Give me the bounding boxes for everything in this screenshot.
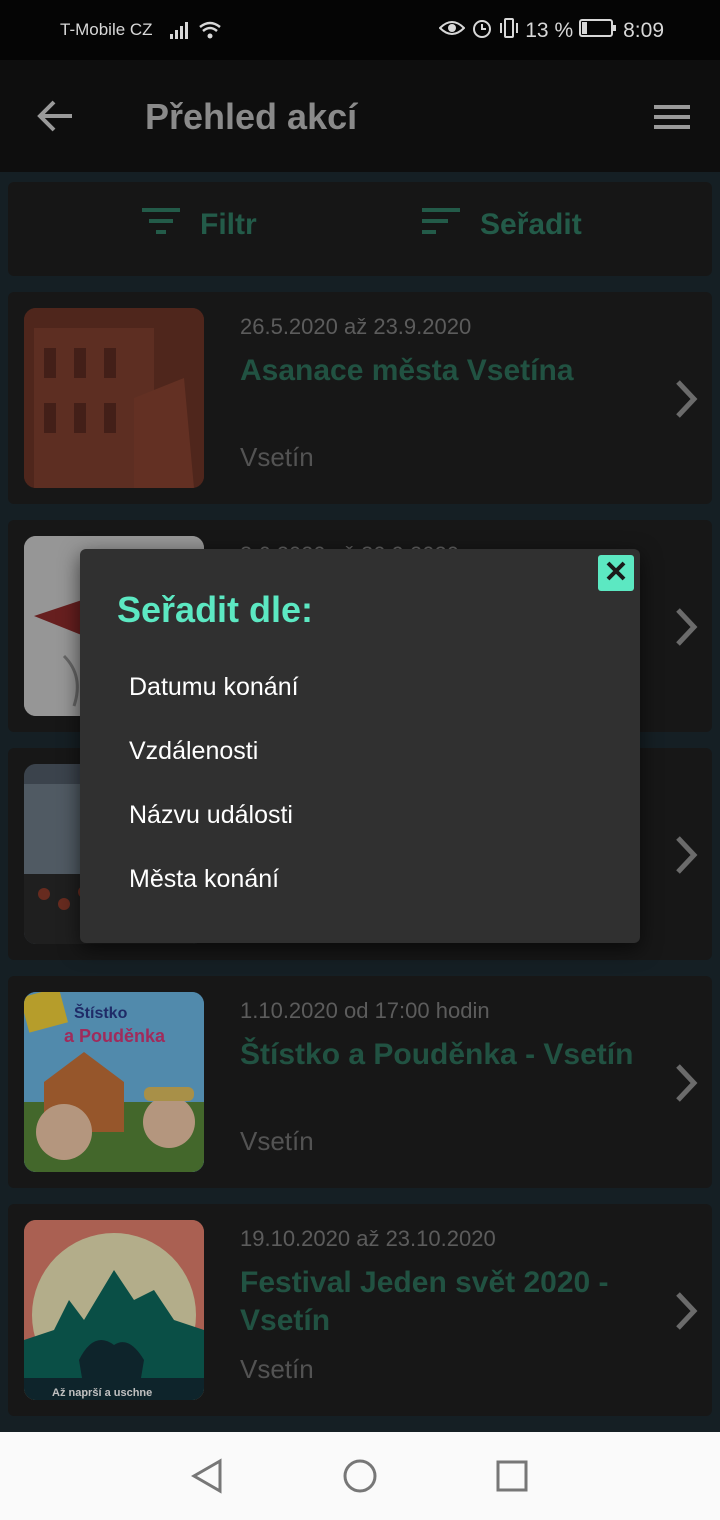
eye-icon bbox=[438, 19, 466, 43]
sort-dialog: Seřadit dle: Datumu konání Vzdálenosti N… bbox=[80, 549, 640, 943]
close-icon bbox=[605, 560, 627, 587]
system-nav-bar bbox=[0, 1432, 720, 1520]
vibrate-icon bbox=[499, 17, 519, 45]
page-title: Přehled akcí bbox=[145, 96, 358, 137]
signal-icon bbox=[170, 18, 222, 47]
back-arrow-icon[interactable] bbox=[36, 96, 76, 141]
alarm-icon bbox=[471, 17, 493, 45]
battery-percent: 13 % bbox=[525, 19, 574, 42]
app-bar: Přehled akcí bbox=[0, 60, 720, 172]
sort-option-distance[interactable]: Vzdálenosti bbox=[129, 737, 258, 766]
battery-icon bbox=[579, 18, 617, 44]
clock-time: 8:09 bbox=[623, 19, 664, 42]
hamburger-menu-icon[interactable] bbox=[654, 104, 692, 137]
sort-option-date[interactable]: Datumu konání bbox=[129, 673, 299, 702]
recents-nav-icon[interactable] bbox=[496, 1460, 528, 1497]
carrier-name: T-Mobile CZ bbox=[60, 20, 153, 39]
sort-dialog-title: Seřadit dle: bbox=[117, 589, 314, 630]
back-nav-icon[interactable] bbox=[190, 1458, 224, 1499]
sort-option-name[interactable]: Názvu události bbox=[129, 801, 293, 830]
sort-option-city[interactable]: Města konání bbox=[129, 865, 279, 894]
close-button[interactable] bbox=[598, 555, 634, 591]
home-nav-icon[interactable] bbox=[342, 1458, 378, 1499]
status-bar: T-Mobile CZ 13 % 8:09 bbox=[0, 0, 720, 60]
